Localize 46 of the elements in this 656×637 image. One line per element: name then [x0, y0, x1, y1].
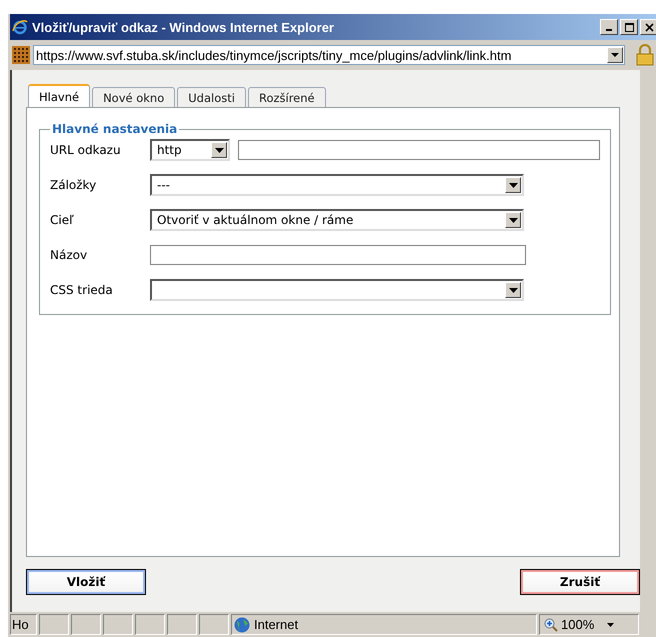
tab[interactable]: Rozšírené	[248, 87, 326, 107]
field-label: Cieľ	[50, 213, 75, 227]
tab[interactable]: Nové okno	[92, 87, 176, 107]
maximize-icon	[624, 22, 634, 32]
maximize-button[interactable]	[620, 19, 638, 35]
dropdown-arrow-icon	[508, 288, 518, 292]
status-panel	[103, 614, 133, 635]
dropdown-arrow-icon	[611, 52, 619, 58]
cancel-button[interactable]: Zrušiť	[520, 569, 640, 595]
dropdown-arrow-icon	[508, 182, 518, 188]
url-input[interactable]	[238, 140, 600, 160]
select-field[interactable]: ---	[150, 174, 524, 196]
field-label: Názov	[50, 248, 88, 262]
dropdown-arrow-icon	[508, 218, 518, 222]
tab[interactable]: Hlavné	[28, 84, 90, 107]
site-grid-icon	[12, 46, 30, 64]
address-field[interactable]: https://www.svf.stuba.sk/includes/tinymce/jscripts/tiny_mce/plugins/advlink/link.htm	[33, 45, 625, 65]
window-title: Vložiť/upraviť odkaz - Windows Internet Explorer	[32, 20, 335, 34]
close-button[interactable]	[640, 19, 656, 35]
select-field[interactable]: Otvoriť v aktuálnom okne / ráme	[150, 209, 524, 231]
status-text: Ho	[10, 614, 37, 635]
dropdown-arrow-icon	[214, 148, 224, 152]
text-input[interactable]	[150, 245, 526, 265]
field-label: URL odkazu	[50, 143, 122, 157]
minimize-icon	[606, 29, 612, 31]
browser-logo-icon	[12, 19, 28, 35]
group-legend: Hlavné nastavenia	[50, 122, 180, 136]
tab[interactable]: Udalosti	[177, 87, 246, 107]
lock-icon	[636, 44, 654, 66]
select-field[interactable]	[150, 279, 524, 301]
status-panel	[135, 614, 165, 635]
zoom-control[interactable]: 100%	[539, 614, 639, 635]
status-panel	[39, 614, 69, 635]
status-panel	[199, 614, 229, 635]
field-label: CSS trieda	[50, 283, 114, 297]
protocol-select[interactable]: http	[150, 139, 230, 161]
minimize-button[interactable]	[600, 19, 618, 35]
zoom-icon	[544, 618, 558, 632]
field-label: Záložky	[50, 178, 98, 192]
close-icon	[644, 22, 654, 32]
status-panel	[167, 614, 197, 635]
globe-icon	[234, 616, 250, 632]
dropdown-arrow-icon	[607, 622, 614, 626]
status-panel	[71, 614, 101, 635]
insert-button[interactable]: Vložiť	[26, 569, 146, 595]
zone-label: Internet	[254, 617, 298, 632]
